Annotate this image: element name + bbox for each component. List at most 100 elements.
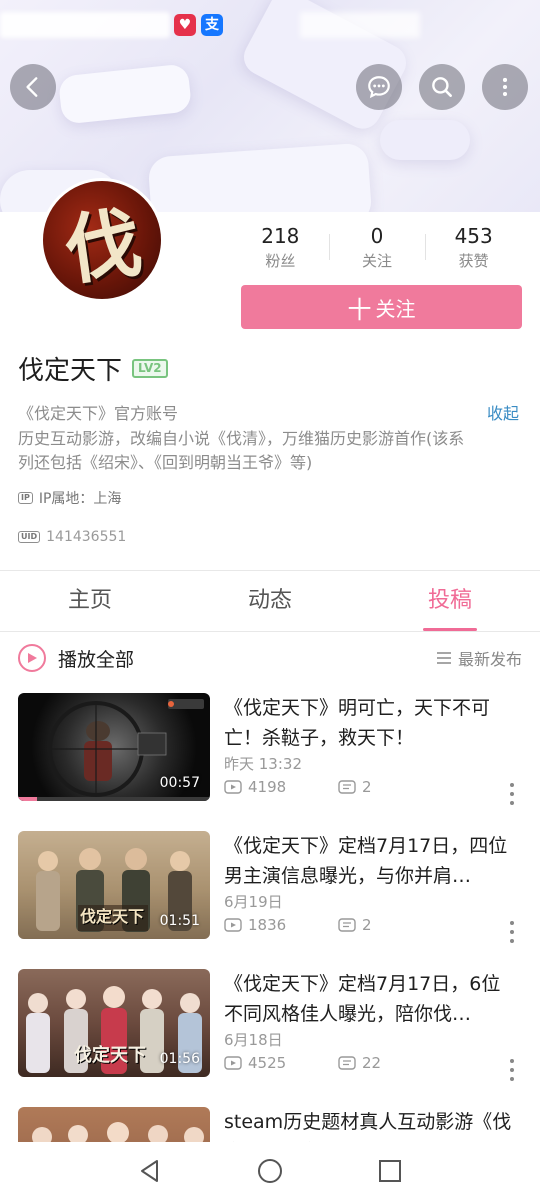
search-button[interactable]: [419, 64, 465, 110]
profile-tabs: 主页 动态 投稿: [0, 572, 540, 632]
comment-count-value: 22: [362, 1054, 382, 1072]
divider: [0, 570, 540, 571]
profile-page: ♥ 支 伐 218 粉丝 0 关注 453 获赞 十 关注 伐定天下 LV2 《…: [0, 0, 540, 1200]
banner-decoration: [380, 120, 470, 160]
banner-decoration: [57, 63, 193, 125]
tab-activity[interactable]: 动态: [180, 572, 360, 632]
comment-count-value: 2: [362, 916, 372, 934]
banner-decoration: [147, 142, 373, 212]
thumbnail-title-text: 伐定天下: [74, 1045, 146, 1066]
comment-count-icon: [338, 1056, 356, 1070]
avatar[interactable]: 伐: [40, 178, 164, 302]
watch-progress-fill: [18, 797, 38, 801]
video-title[interactable]: 《伐定天下》定档7月17日，6位不同风格佳人曝光，陪你伐…: [224, 969, 518, 1029]
video-date: 6月19日: [224, 893, 283, 911]
video-item[interactable]: 伐定天下 01:51 《伐定天下》定档7月17日，四位男主演信息曝光，与你并肩……: [18, 831, 522, 943]
video-more-icon[interactable]: [510, 783, 516, 805]
follow-button[interactable]: 十 关注: [241, 285, 522, 329]
chevron-left-icon: [26, 77, 38, 97]
view-count: 4198: [224, 778, 338, 796]
comment-count-value: 2: [362, 778, 372, 796]
uid-row: UID 141436551: [18, 529, 126, 545]
video-more-icon[interactable]: [510, 921, 516, 943]
status-bar-blurred: [300, 12, 420, 38]
sort-button[interactable]: 最新发布: [436, 646, 522, 670]
video-thumbnail[interactable]: 伐定天下 01:56: [18, 969, 210, 1077]
view-count-value: 4525: [248, 1054, 287, 1072]
video-stats: 4525 22: [224, 1054, 452, 1072]
profile-stats: 218 粉丝 0 关注 453 获赞: [232, 222, 522, 274]
tab-home[interactable]: 主页: [0, 572, 180, 632]
sort-label: 最新发布: [457, 650, 522, 669]
list-icon: [436, 652, 451, 664]
back-button[interactable]: [10, 64, 56, 110]
thumbnail-title-text: 伐定天下: [80, 907, 145, 926]
play-count-icon: [224, 1056, 242, 1070]
stat-label: 关注: [362, 252, 393, 270]
video-item[interactable]: 00:57 《伐定天下》明可亡，天下不可亡！杀鞑子，救天下！ 昨天 13:32 …: [18, 693, 522, 805]
video-stats: 4198 2: [224, 778, 452, 796]
more-vertical-icon: [502, 77, 508, 97]
play-count-icon: [224, 780, 242, 794]
video-date: 昨天 13:32: [224, 755, 302, 773]
video-title[interactable]: 《伐定天下》明可亡，天下不可亡！杀鞑子，救天下！: [224, 693, 518, 753]
ip-location: IP属地：上海: [38, 491, 122, 507]
ip-tag-icon: IP: [18, 492, 33, 504]
stat-label: 获赞: [458, 252, 489, 270]
stat-following[interactable]: 0 关注: [328, 222, 426, 274]
profile-name: 伐定天下: [18, 355, 123, 386]
square-recents-icon[interactable]: [377, 1158, 403, 1184]
stat-likes[interactable]: 453 获赞: [425, 222, 522, 274]
circle-home-icon[interactable]: [257, 1158, 283, 1184]
video-duration: 00:57: [159, 775, 200, 791]
name-row: 伐定天下 LV2: [18, 350, 168, 386]
view-count: 4525: [224, 1054, 338, 1072]
more-button[interactable]: [482, 64, 528, 110]
avatar-logo-text: 伐: [59, 197, 147, 296]
tab-uploads[interactable]: 投稿: [360, 572, 540, 632]
video-duration: 01:56: [159, 1051, 200, 1067]
profile-bio: 《伐定天下》官方账号 历史互动影游，改编自小说《伐清》，万维猫历史影游首作(该系…: [18, 402, 478, 476]
alipay-icon: 支: [201, 14, 223, 36]
watch-progress-track: [18, 797, 210, 801]
view-count-value: 4198: [248, 778, 287, 796]
follow-button-label: 关注: [375, 296, 416, 321]
uid-value[interactable]: 141436551: [46, 529, 126, 545]
comment-count: 2: [338, 778, 452, 796]
uid-tag-icon: UID: [18, 531, 41, 543]
bio-line: 《伐定天下》官方账号: [18, 404, 179, 423]
level-badge: LV2: [132, 358, 168, 378]
chat-bubble-icon: [368, 76, 390, 99]
stat-value: 0: [370, 224, 384, 248]
status-bar-blurred: [0, 12, 170, 38]
list-header: 播放全部 最新发布: [18, 640, 522, 676]
heart-app-icon: ♥: [174, 14, 196, 36]
play-count-icon: [224, 918, 242, 932]
video-date: 6月18日: [224, 1031, 283, 1049]
play-icon: [28, 653, 37, 663]
divider: [0, 631, 540, 632]
comment-count: 2: [338, 916, 452, 934]
ip-location-row: IP IP属地：上海: [18, 488, 121, 508]
view-count: 1836: [224, 916, 338, 934]
triangle-back-icon[interactable]: [137, 1158, 163, 1184]
video-duration: 01:51: [159, 913, 200, 929]
video-thumbnail[interactable]: 伐定天下 01:51: [18, 831, 210, 939]
view-count-value: 1836: [248, 916, 287, 934]
comment-count-icon: [338, 780, 356, 794]
video-title[interactable]: 《伐定天下》定档7月17日，四位男主演信息曝光，与你并肩…: [224, 831, 518, 891]
message-button[interactable]: [356, 64, 402, 110]
stat-value: 218: [261, 224, 300, 248]
collapse-bio-link[interactable]: 收起: [487, 402, 519, 426]
video-thumbnail[interactable]: 00:57: [18, 693, 210, 801]
stat-value: 453: [454, 224, 493, 248]
status-bar: ♥ 支: [0, 0, 540, 48]
bio-line: 历史互动影游，改编自小说《伐清》，万维猫历史影游首作(该系列还包括《绍宋》、《回…: [18, 428, 465, 473]
comment-count: 22: [338, 1054, 452, 1072]
play-circle-icon[interactable]: [18, 644, 46, 672]
video-item[interactable]: 伐定天下 01:56 《伐定天下》定档7月17日，6位不同风格佳人曝光，陪你伐……: [18, 969, 522, 1081]
play-all-button[interactable]: 播放全部: [58, 645, 134, 672]
video-more-icon[interactable]: [510, 1059, 516, 1081]
comment-count-icon: [338, 918, 356, 932]
stat-fans[interactable]: 218 粉丝: [232, 222, 329, 274]
